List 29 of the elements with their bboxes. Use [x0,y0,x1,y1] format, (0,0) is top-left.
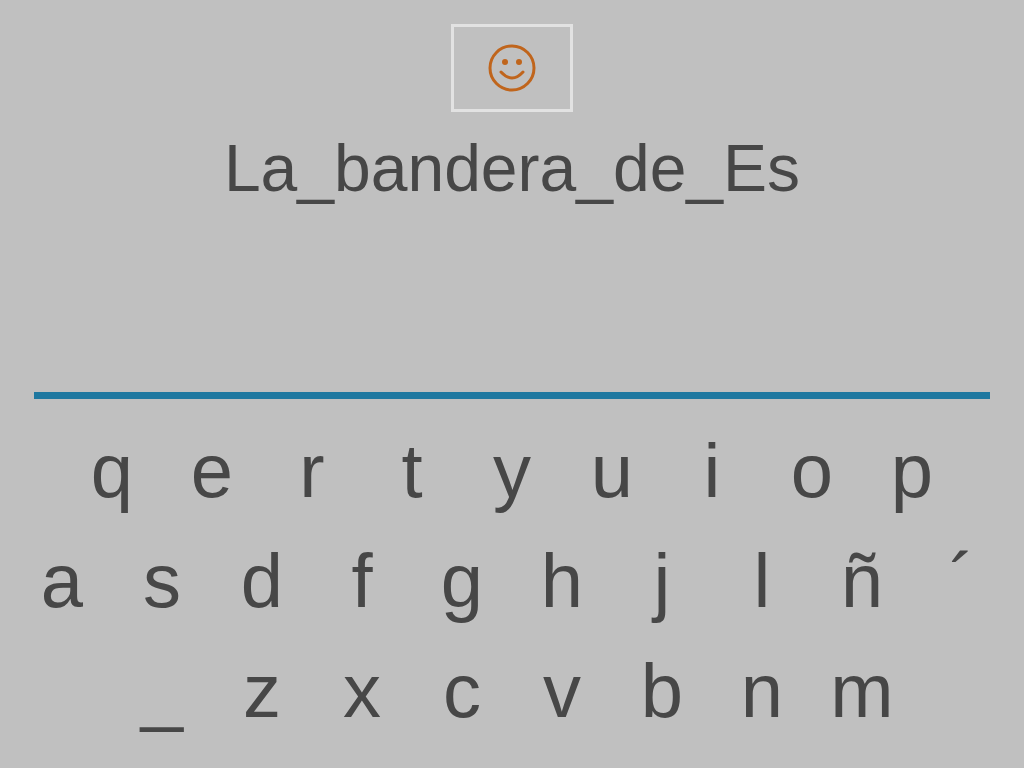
letter-key[interactable]: g [412,531,512,631]
letter-key[interactable]: l [712,531,812,631]
smiley-icon [487,43,537,93]
letter-key[interactable]: r [262,421,362,521]
letter-key[interactable]: p [862,421,962,521]
letter-key[interactable]: z [212,641,312,741]
letter-key[interactable]: h [512,531,612,631]
letter-key[interactable]: ´ [912,531,1012,631]
letter-key[interactable]: d [212,531,312,631]
letter-key[interactable]: t [362,421,462,521]
letter-key[interactable]: b [612,641,712,741]
letter-key[interactable]: ñ [812,531,912,631]
letter-key[interactable]: _ [112,641,212,741]
letter-key[interactable]: s [112,531,212,631]
letter-key[interactable]: x [312,641,412,741]
letter-key[interactable]: n [712,641,812,741]
letter-key[interactable]: o [762,421,862,521]
letter-key[interactable]: m [812,641,912,741]
letter-key[interactable]: i [662,421,762,521]
letter-key[interactable]: v [512,641,612,741]
letter-key[interactable]: u [562,421,662,521]
letter-key[interactable]: f [312,531,412,631]
letter-key[interactable]: a [12,531,112,631]
letter-key[interactable]: q [62,421,162,521]
answer-text: La_bandera_de_Es [223,130,801,206]
letter-key[interactable]: y [462,421,562,521]
letter-key[interactable]: c [412,641,512,741]
letter-key[interactable]: j [612,531,712,631]
letter-key[interactable]: e [162,421,262,521]
